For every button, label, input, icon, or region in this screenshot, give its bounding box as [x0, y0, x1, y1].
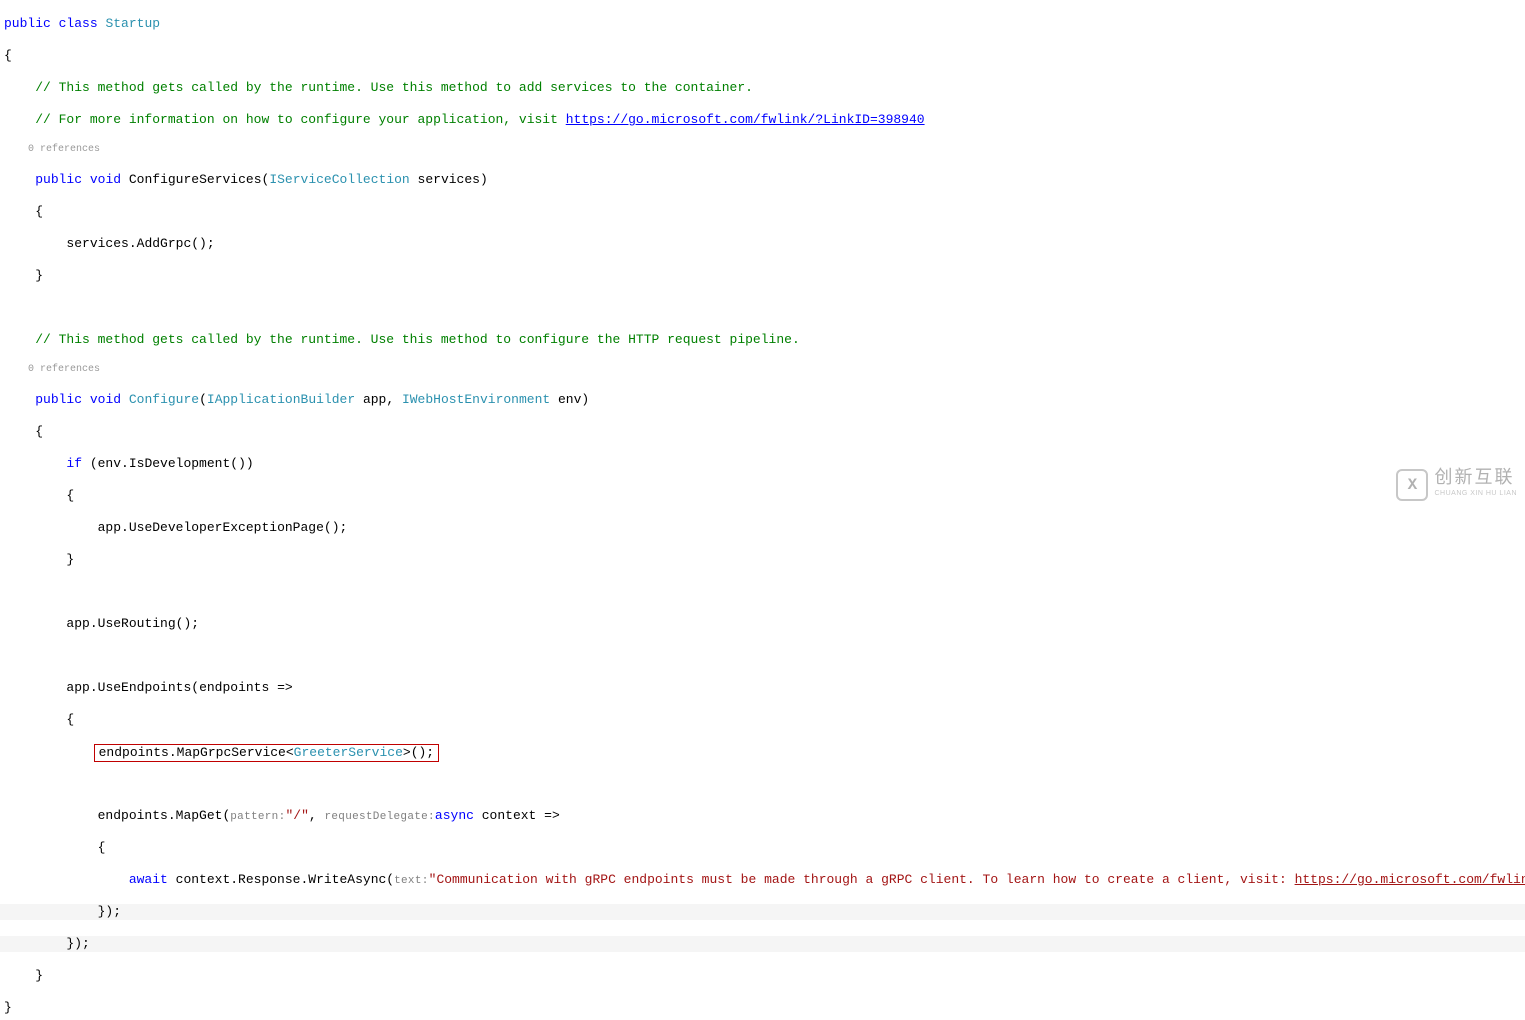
code-line: }	[0, 968, 1525, 984]
code-line: endpoints.MapGrpcService<GreeterService>…	[0, 744, 1525, 760]
code-editor[interactable]: public class Startup { // This method ge…	[0, 0, 1525, 1020]
code-line: public void Configure(IApplicationBuilde…	[0, 392, 1525, 408]
code-line: endpoints.MapGet(pattern:"/", requestDel…	[0, 808, 1525, 824]
code-line: // This method gets called by the runtim…	[0, 332, 1525, 348]
code-line: await context.Response.WriteAsync(text:"…	[0, 872, 1525, 888]
code-line: app.UseEndpoints(endpoints =>	[0, 680, 1525, 696]
code-line: {	[0, 712, 1525, 728]
code-line: {	[0, 424, 1525, 440]
highlighted-code-box: endpoints.MapGrpcService<GreeterService>…	[94, 744, 439, 762]
code-line: app.UseDeveloperExceptionPage();	[0, 520, 1525, 536]
code-line: // For more information on how to config…	[0, 112, 1525, 128]
code-line: {	[0, 488, 1525, 504]
watermark-text: 创新互联	[1434, 468, 1517, 486]
code-line: });	[0, 936, 1525, 952]
codelens-references[interactable]: 0 references	[0, 364, 1525, 376]
doc-link[interactable]: https://go.microsoft.com/fwlink/?LinkID=…	[566, 112, 925, 127]
code-line: public class Startup	[0, 16, 1525, 32]
watermark-subtext: CHUANG XIN HU LIAN	[1434, 486, 1517, 502]
code-line: {	[0, 840, 1525, 856]
doc-link[interactable]: https://go.microsoft.com/fwlink/?linkid=…	[1295, 872, 1525, 887]
code-line: }	[0, 1000, 1525, 1016]
code-line: {	[0, 48, 1525, 64]
code-line	[0, 648, 1525, 664]
code-line: });	[0, 904, 1525, 920]
code-line: public void ConfigureServices(IServiceCo…	[0, 172, 1525, 188]
code-line: // This method gets called by the runtim…	[0, 80, 1525, 96]
code-line	[0, 776, 1525, 792]
code-line: services.AddGrpc();	[0, 236, 1525, 252]
code-line: if (env.IsDevelopment())	[0, 456, 1525, 472]
code-line: }	[0, 552, 1525, 568]
code-line: }	[0, 268, 1525, 284]
watermark-icon: X	[1396, 469, 1428, 501]
code-line	[0, 300, 1525, 316]
watermark-logo: X 创新互联 CHUANG XIN HU LIAN	[1396, 468, 1517, 502]
code-line: {	[0, 204, 1525, 220]
code-line	[0, 584, 1525, 600]
codelens-references[interactable]: 0 references	[0, 144, 1525, 156]
code-line: app.UseRouting();	[0, 616, 1525, 632]
